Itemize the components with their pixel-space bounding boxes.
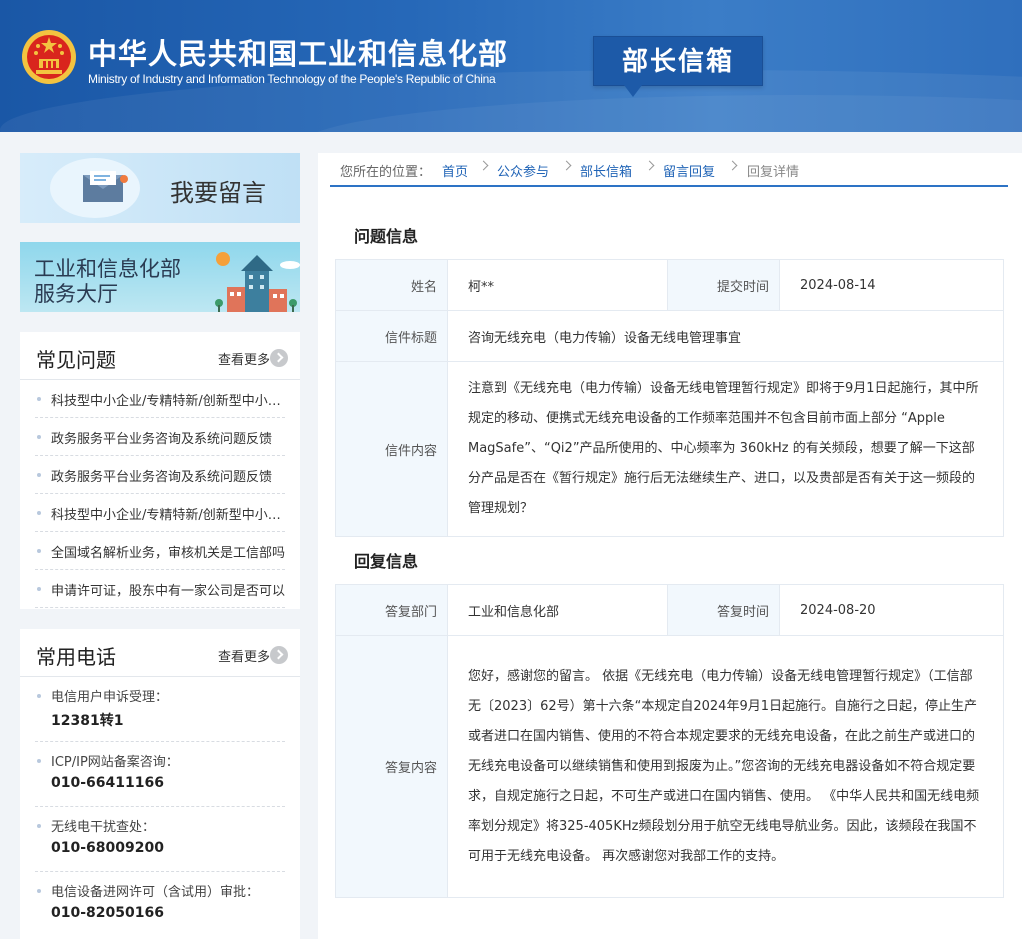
bullet-icon bbox=[37, 824, 41, 828]
chevron-right-icon[interactable] bbox=[270, 349, 288, 367]
site-title-english: Ministry of Industry and Information Tec… bbox=[88, 72, 496, 86]
site-title: 中华人民共和国工业和信息化部 bbox=[88, 37, 509, 71]
phone-label: 电信设备进网许可（含试用）审批： bbox=[51, 885, 260, 900]
reply-dept-label: 答复部门 bbox=[335, 584, 448, 636]
building-icon bbox=[215, 252, 300, 312]
reply-table: 答复部门 工业和信息化部 答复时间 2024-08-20 答复内容 您好，感谢您… bbox=[335, 584, 1004, 898]
faq-item-text: 政务服务平台业务咨询及系统问题反馈 bbox=[51, 432, 273, 447]
submit-time-label: 提交时间 bbox=[667, 259, 780, 311]
faq-item-text: 申请许可证，股东中有一家公司是否可以 bbox=[51, 584, 286, 599]
service-hall-banner[interactable]: 工业和信息化部 服务大厅 bbox=[20, 242, 300, 312]
breadcrumb-mailbox[interactable]: 部长信箱 bbox=[580, 161, 632, 180]
bullet-icon bbox=[37, 694, 41, 698]
site-header: 中华人民共和国工业和信息化部 Ministry of Industry and … bbox=[0, 0, 1022, 132]
phone-more-link[interactable]: 查看更多 bbox=[218, 646, 270, 665]
phone-title: 常用电话 bbox=[36, 645, 116, 669]
faq-panel-header: 常见问题 查看更多 bbox=[20, 332, 300, 380]
phone-item: 电信用户申诉受理： 12381转1 bbox=[35, 677, 285, 742]
bullet-icon bbox=[37, 587, 41, 591]
content-label: 信件内容 bbox=[335, 361, 448, 537]
phone-number: 010-68009200 bbox=[51, 840, 164, 856]
faq-more-link[interactable]: 查看更多 bbox=[218, 349, 270, 368]
envelope-icon bbox=[83, 171, 128, 202]
breadcrumb-replies[interactable]: 留言回复 bbox=[663, 161, 715, 180]
chevron-right-icon bbox=[644, 160, 655, 171]
faq-item-text: 科技型中小企业/专精特新/创新型中小企业 bbox=[51, 508, 287, 523]
faq-item[interactable]: 政务服务平台业务咨询及系统问题反馈 bbox=[35, 456, 285, 494]
reply-section-title: 回复信息 bbox=[354, 552, 419, 571]
faq-item[interactable]: 政务服务平台业务咨询及系统问题反馈 bbox=[35, 418, 285, 456]
phone-panel-header: 常用电话 查看更多 bbox=[20, 629, 300, 677]
bullet-icon bbox=[37, 473, 41, 477]
breadcrumb-prefix: 您所在的位置： bbox=[340, 165, 432, 180]
faq-panel: 常见问题 查看更多 科技型中小企业/专精特新/创新型中小企业 政务服务平台业务咨… bbox=[20, 332, 300, 609]
reply-time-label: 答复时间 bbox=[667, 584, 780, 636]
main-content: 您所在的位置： 首页 公众参与 部长信箱 留言回复 回复详情 问题信息 姓名 柯… bbox=[318, 153, 1022, 939]
faq-item-text: 科技型中小企业/专精特新/创新型中小企业 bbox=[51, 394, 287, 409]
bullet-icon bbox=[37, 549, 41, 553]
reply-dept-value: 工业和信息化部 bbox=[447, 584, 668, 636]
phone-number: 010-66411166 bbox=[51, 775, 164, 791]
phone-number: 010-82050166 bbox=[51, 905, 164, 921]
service-hall-line2: 服务大厅 bbox=[34, 282, 118, 306]
faq-item-text: 政务服务平台业务咨询及系统问题反馈 bbox=[51, 470, 273, 485]
phone-item: 无线电干扰查处： 010-68009200 bbox=[35, 807, 285, 872]
national-emblem-icon bbox=[22, 30, 76, 84]
breadcrumb-current: 回复详情 bbox=[747, 165, 800, 180]
bullet-icon bbox=[37, 435, 41, 439]
chevron-right-icon bbox=[727, 160, 738, 171]
leave-message-label: 我要留言 bbox=[170, 179, 266, 207]
content-value: 注意到《无线充电（电力传输）设备无线电管理暂行规定》即将于9月1日起施行，其中所… bbox=[447, 361, 1004, 537]
chevron-right-icon bbox=[478, 160, 489, 171]
name-value: 柯** bbox=[447, 259, 668, 311]
faq-item[interactable]: 全国域名解析业务，审核机关是工信部吗 bbox=[35, 532, 285, 570]
breadcrumb-public[interactable]: 公众参与 bbox=[497, 161, 549, 180]
faq-list: 科技型中小企业/专精特新/创新型中小企业 政务服务平台业务咨询及系统问题反馈 政… bbox=[20, 380, 300, 608]
phone-item: 电信设备进网许可（含试用）审批： 010-82050166 bbox=[35, 872, 285, 937]
chevron-right-icon bbox=[561, 160, 572, 171]
bullet-icon bbox=[37, 511, 41, 515]
faq-item[interactable]: 科技型中小企业/专精特新/创新型中小企业 bbox=[35, 494, 287, 532]
minister-mailbox-tag[interactable]: 部长信箱 bbox=[593, 36, 763, 97]
question-section-title: 问题信息 bbox=[354, 227, 419, 246]
name-label: 姓名 bbox=[335, 259, 448, 311]
chevron-right-icon[interactable] bbox=[270, 646, 288, 664]
phone-label: 电信用户申诉受理： bbox=[51, 690, 169, 705]
faq-item[interactable]: 科技型中小企业/专精特新/创新型中小企业 bbox=[35, 380, 287, 418]
submit-time-value: 2024-08-14 bbox=[779, 259, 1004, 311]
reply-content-value: 您好，感谢您的留言。 依据《无线充电（电力传输）设备无线电管理暂行规定》（工信部… bbox=[447, 635, 1004, 898]
phone-label: ICP/IP网站备案咨询： bbox=[51, 755, 179, 770]
subject-label: 信件标题 bbox=[335, 310, 448, 362]
faq-item-text: 全国域名解析业务，审核机关是工信部吗 bbox=[51, 546, 286, 561]
bullet-icon bbox=[37, 397, 41, 401]
phone-item: ICP/IP网站备案咨询： 010-66411166 bbox=[35, 742, 285, 807]
bullet-icon bbox=[37, 759, 41, 763]
faq-title: 常见问题 bbox=[36, 348, 116, 372]
leave-message-banner[interactable]: 我要留言 bbox=[20, 153, 300, 223]
breadcrumb-home[interactable]: 首页 bbox=[442, 161, 468, 180]
subject-value: 咨询无线充电（电力传输）设备无线电管理事宜 bbox=[447, 310, 1004, 362]
breadcrumb: 您所在的位置： 首页 公众参与 部长信箱 留言回复 回复详情 bbox=[330, 153, 1008, 187]
phone-panel: 常用电话 查看更多 电信用户申诉受理： 12381转1 ICP/IP网站备案咨询：… bbox=[20, 629, 300, 939]
phone-number: 12381转1 bbox=[51, 713, 124, 729]
bullet-icon bbox=[37, 889, 41, 893]
reply-content-label: 答复内容 bbox=[335, 635, 448, 898]
question-table: 姓名 柯** 提交时间 2024-08-14 信件标题 咨询无线充电（电力传输）… bbox=[335, 259, 1004, 537]
phone-label: 无线电干扰查处： bbox=[51, 820, 156, 835]
minister-mailbox-label: 部长信箱 bbox=[621, 47, 734, 77]
faq-item[interactable]: 申请许可证，股东中有一家公司是否可以 bbox=[35, 570, 285, 608]
reply-time-value: 2024-08-20 bbox=[779, 584, 1004, 636]
